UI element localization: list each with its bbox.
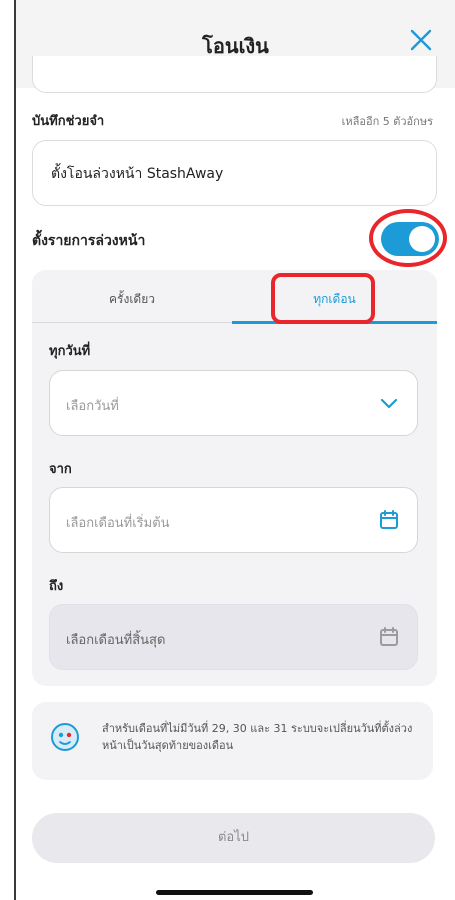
to-month-field: เลือกเดือนที่สิ้นสุด (49, 604, 418, 670)
memo-label: บันทึกช่วยจำ (32, 114, 105, 129)
info-note-text: สำหรับเดือนที่ไม่มีวันที่ 29, 30 และ 31 … (102, 722, 413, 752)
memo-value: ตั้งโอนล่วงหน้า StashAway (51, 166, 224, 182)
home-indicator (156, 890, 313, 895)
next-button[interactable]: ต่อไป (32, 813, 435, 863)
memo-input[interactable]: ตั้งโอนล่วงหน้า StashAway (32, 140, 437, 206)
from-month-field[interactable]: เลือกเดือนที่เริ่มต้น (49, 487, 418, 553)
schedule-label: ตั้งรายการล่วงหน้า (32, 233, 146, 249)
day-select[interactable]: เลือกวันที่ (49, 370, 418, 436)
mascot-icon (51, 723, 79, 751)
info-note: สำหรับเดือนที่ไม่มีวันที่ 29, 30 และ 31 … (32, 702, 433, 780)
calendar-icon (380, 627, 398, 646)
close-icon[interactable] (407, 26, 435, 54)
from-placeholder: เลือกเดือนที่เริ่มต้น (66, 516, 170, 531)
highlight-rect-annotation (271, 273, 375, 324)
calendar-icon (380, 510, 398, 529)
left-edge-divider (14, 0, 16, 900)
day-placeholder: เลือกวันที่ (66, 399, 119, 414)
frequency-tabs: ครั้งเดียว ทุกเดือน (32, 270, 437, 324)
to-label: ถึง (49, 579, 64, 594)
day-label: ทุกวันที่ (49, 344, 91, 359)
highlight-circle-annotation (369, 209, 447, 267)
chevron-down-icon (380, 398, 398, 409)
tab-once[interactable]: ครั้งเดียว (32, 290, 232, 309)
from-label: จาก (49, 462, 72, 477)
recipient-field-partial[interactable] (32, 56, 437, 93)
memo-char-limit: เหลืออีก 5 ตัวอักษร (341, 115, 433, 128)
to-placeholder: เลือกเดือนที่สิ้นสุด (66, 633, 166, 648)
